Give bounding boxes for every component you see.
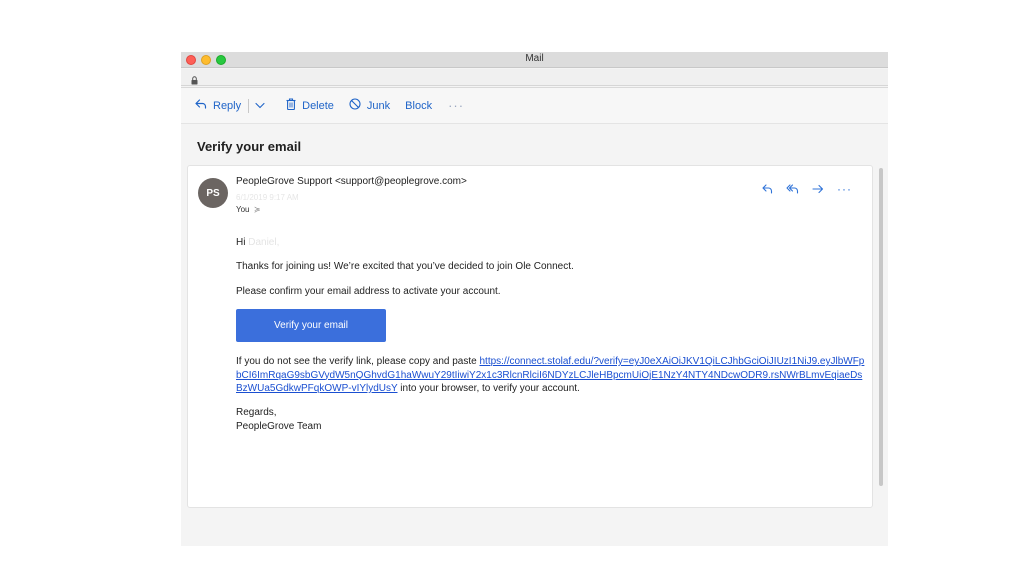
mail-window: Mail Reply Delete Junk Block ··· Verify …	[181, 52, 888, 546]
junk-button[interactable]: Junk	[349, 98, 390, 113]
delete-button[interactable]: Delete	[286, 98, 334, 113]
sender-address[interactable]: PeopleGrove Support <support@peoplegrove…	[236, 176, 467, 187]
link-outro-text: into your browser, to verify your accoun…	[397, 383, 580, 395]
reply-all-icon[interactable]	[786, 184, 799, 194]
message-actions: ···	[762, 182, 852, 196]
greeting: Hi Daniel,	[236, 236, 866, 249]
recipient-name: Daniel,	[248, 237, 280, 248]
regards-text: Regards,	[236, 407, 277, 419]
delete-label: Delete	[302, 99, 334, 112]
message-date: 6/1/2019 9:17 AM	[236, 193, 299, 202]
trash-icon	[286, 98, 302, 113]
link-intro-text: If you do not see the verify link, pleas…	[236, 356, 480, 368]
verify-link-paragraph: If you do not see the verify link, pleas…	[236, 355, 866, 395]
greeting-prefix: Hi	[236, 237, 246, 248]
scrollbar[interactable]	[879, 168, 883, 486]
block-label: Block	[405, 99, 433, 112]
security-bar	[181, 69, 888, 86]
more-options-button[interactable]: ···	[448, 98, 464, 113]
verify-email-button[interactable]: Verify your email	[236, 309, 386, 343]
toolbar: Reply Delete Junk Block ···	[181, 87, 888, 124]
junk-label: Junk	[366, 99, 391, 112]
email-subject: Verify your email	[197, 139, 302, 154]
reply-label: Reply	[213, 99, 242, 112]
avatar: PS	[198, 178, 228, 208]
body-paragraph: Thanks for joining us! We’re excited tha…	[236, 261, 574, 273]
reply-icon[interactable]	[762, 184, 773, 194]
message-card: PS PeopleGrove Support <support@peoplegr…	[187, 165, 873, 508]
signature-text: PeopleGrove Team	[236, 420, 322, 432]
toolbar-divider	[248, 98, 250, 113]
message-body: Hi Daniel, Thanks for joining us! We’re …	[236, 236, 866, 433]
recipient-label: You	[236, 205, 250, 214]
window-title: Mail	[525, 53, 544, 64]
reply-options-dropdown[interactable]	[255, 100, 271, 112]
title-bar: Mail	[181, 52, 888, 68]
reply-icon	[195, 99, 213, 112]
block-circle-icon	[349, 98, 367, 113]
chevron-down-icon: ≽	[253, 205, 261, 214]
message-more-button[interactable]: ···	[837, 182, 852, 196]
chevron-down-icon	[255, 100, 271, 112]
recipient-line[interactable]: You ≽	[236, 205, 260, 214]
body-paragraph: Please confirm your email address to act…	[236, 285, 501, 297]
block-button[interactable]: Block	[405, 100, 432, 112]
forward-icon[interactable]	[812, 184, 824, 194]
reply-button[interactable]: Reply	[195, 99, 241, 112]
